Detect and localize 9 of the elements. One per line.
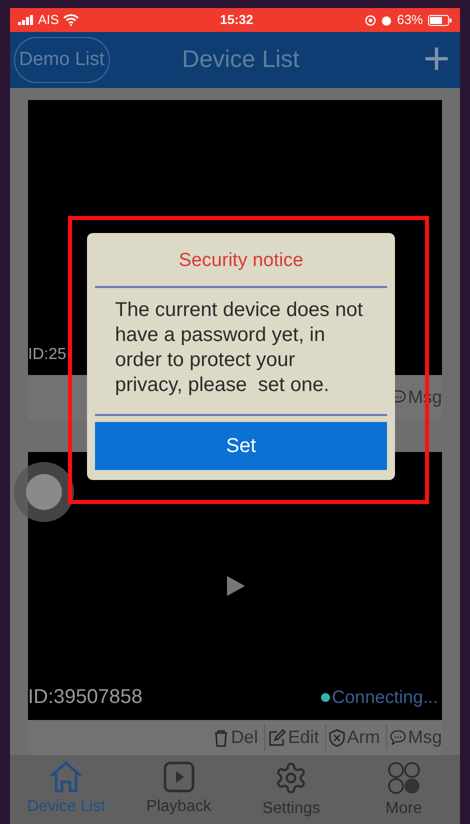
device-id: ID:25 bbox=[28, 345, 66, 365]
device-id: ID:39507858 bbox=[28, 685, 143, 710]
carrier-name: AIS bbox=[38, 11, 59, 30]
clock: 15:32 bbox=[220, 11, 254, 30]
dialog-title: Security notice bbox=[178, 249, 304, 273]
nav-title: Device List bbox=[182, 45, 300, 75]
device-status: Connecting... bbox=[332, 686, 438, 709]
battery-percent: 63% bbox=[396, 11, 423, 30]
dialog-message: The current device does not have a password yet, in order to protect your privacy, please set one. bbox=[114, 298, 364, 398]
